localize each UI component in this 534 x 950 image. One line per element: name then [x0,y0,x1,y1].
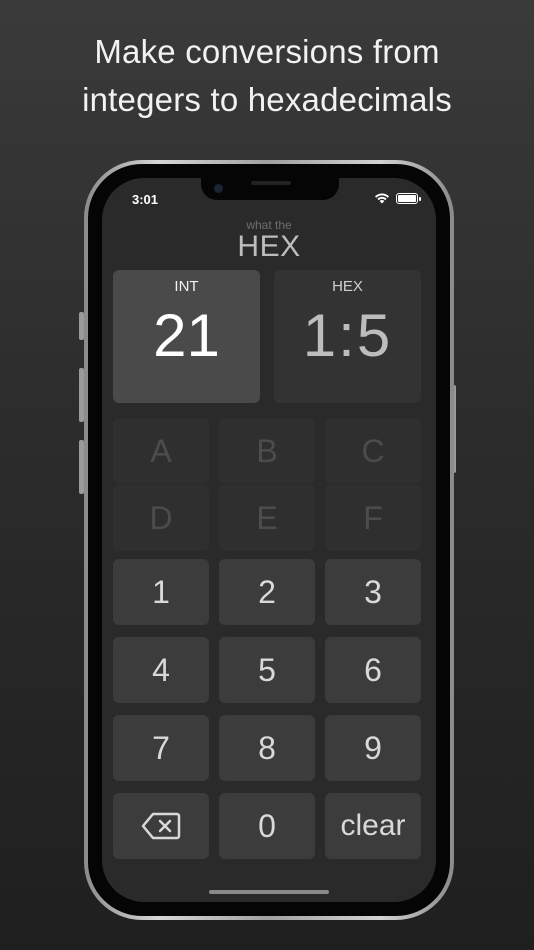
keypad: A B C D E F 1 2 3 4 5 6 7 8 9 0 clear [113,418,421,873]
earpiece-speaker [251,181,291,185]
key-7[interactable]: 7 [113,715,209,781]
key-b[interactable]: B [219,418,315,484]
key-1[interactable]: 1 [113,559,209,625]
backspace-icon [141,812,181,840]
hex-panel[interactable]: HEX 1:5 [274,270,421,403]
int-value: 21 [153,302,220,369]
status-time: 3:01 [132,192,159,207]
app-screen: 3:01 what the HEX INT 21 HEX 1:5 A B C D… [102,178,436,902]
wifi-icon [375,193,389,204]
headline: Make conversions from integers to hexade… [0,28,534,124]
key-f[interactable]: F [325,485,421,551]
key-8[interactable]: 8 [219,715,315,781]
front-camera [214,184,223,193]
status-icons [374,192,421,204]
hex-value: 1:5 [302,302,393,369]
app-title: HEX [237,230,301,263]
hex-label: HEX [332,278,363,295]
backspace-button[interactable] [113,793,209,859]
int-label: INT [174,278,199,295]
home-indicator[interactable] [209,890,329,894]
key-c[interactable]: C [325,418,421,484]
key-9[interactable]: 9 [325,715,421,781]
phone-frame: 3:01 what the HEX INT 21 HEX 1:5 A B C D… [84,160,454,920]
headline-line-1: Make conversions from [94,33,440,70]
int-panel[interactable]: INT 21 [113,270,260,403]
key-d[interactable]: D [113,485,209,551]
headline-line-2: integers to hexadecimals [82,81,452,118]
key-3[interactable]: 3 [325,559,421,625]
clear-button[interactable]: clear [325,793,421,859]
key-e[interactable]: E [219,485,315,551]
key-6[interactable]: 6 [325,637,421,703]
key-0[interactable]: 0 [219,793,315,859]
notch [201,178,339,200]
key-5[interactable]: 5 [219,637,315,703]
key-a[interactable]: A [113,418,209,484]
key-2[interactable]: 2 [219,559,315,625]
key-4[interactable]: 4 [113,637,209,703]
phone-bezel: 3:01 what the HEX INT 21 HEX 1:5 A B C D… [88,164,450,916]
battery-icon [396,192,421,204]
